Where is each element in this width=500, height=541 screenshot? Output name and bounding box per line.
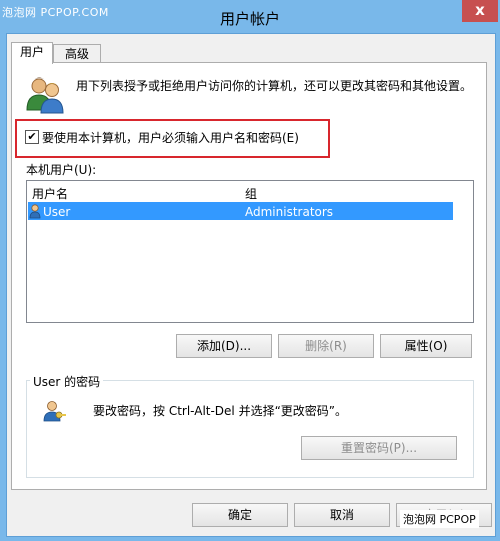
tab-advanced-label: 高级 xyxy=(64,47,89,61)
cell-username: User xyxy=(43,205,71,219)
intro-text: 用下列表授予或拒绝用户访问你的计算机，还可以更改其密码和其他设置。 xyxy=(76,79,473,93)
tab-users-label: 用户 xyxy=(19,45,44,59)
password-group-title: User 的密码 xyxy=(30,373,104,390)
window-title: 用户帐户 xyxy=(219,10,280,28)
close-button[interactable]: x xyxy=(462,0,498,22)
watermark-bottom: 泡泡网 PCPOP xyxy=(400,510,479,528)
cancel-button[interactable]: 取消 xyxy=(294,503,390,527)
users-icon xyxy=(26,77,64,114)
remove-button[interactable]: 删除(R) xyxy=(278,334,374,358)
column-header-group[interactable]: 组 xyxy=(245,185,257,202)
reset-password-button[interactable]: 重置密码(P)... xyxy=(301,436,457,460)
ok-button[interactable]: 确定 xyxy=(192,503,288,527)
require-password-checkbox[interactable]: ✔ xyxy=(25,130,39,144)
user-icon xyxy=(29,204,41,219)
tab-advanced[interactable]: 高级 xyxy=(53,44,101,64)
properties-button[interactable]: 属性(O) xyxy=(380,334,472,358)
password-instructions: 要改密码，按 Ctrl-Alt-Del 并选择“更改密码”。 xyxy=(93,404,348,418)
table-row[interactable] xyxy=(28,202,453,220)
password-group xyxy=(26,380,474,478)
require-password-label[interactable]: 要使用本计算机，用户必须输入用户名和密码(E) xyxy=(42,129,299,146)
add-button[interactable]: 添加(D)... xyxy=(176,334,272,358)
column-header-username[interactable]: 用户名 xyxy=(32,185,68,202)
user-key-icon xyxy=(43,401,66,422)
tab-users[interactable]: 用户 xyxy=(11,42,53,64)
user-list-label: 本机用户(U): xyxy=(26,163,97,177)
cell-group: Administrators xyxy=(245,205,334,219)
close-icon: x xyxy=(475,1,485,19)
